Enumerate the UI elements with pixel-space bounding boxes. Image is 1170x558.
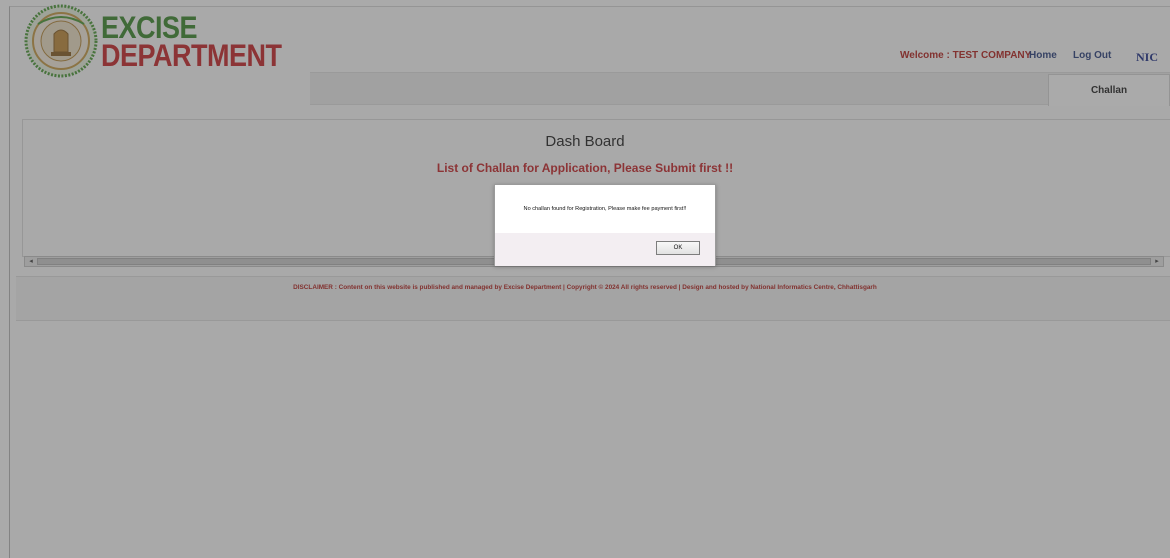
modal-overlay [0,0,1170,558]
alert-dialog: No challan found for Registration, Pleas… [494,184,716,266]
ok-button[interactable]: OK [656,241,700,255]
alert-footer: OK [495,233,715,266]
alert-message: No challan found for Registration, Pleas… [523,206,687,212]
